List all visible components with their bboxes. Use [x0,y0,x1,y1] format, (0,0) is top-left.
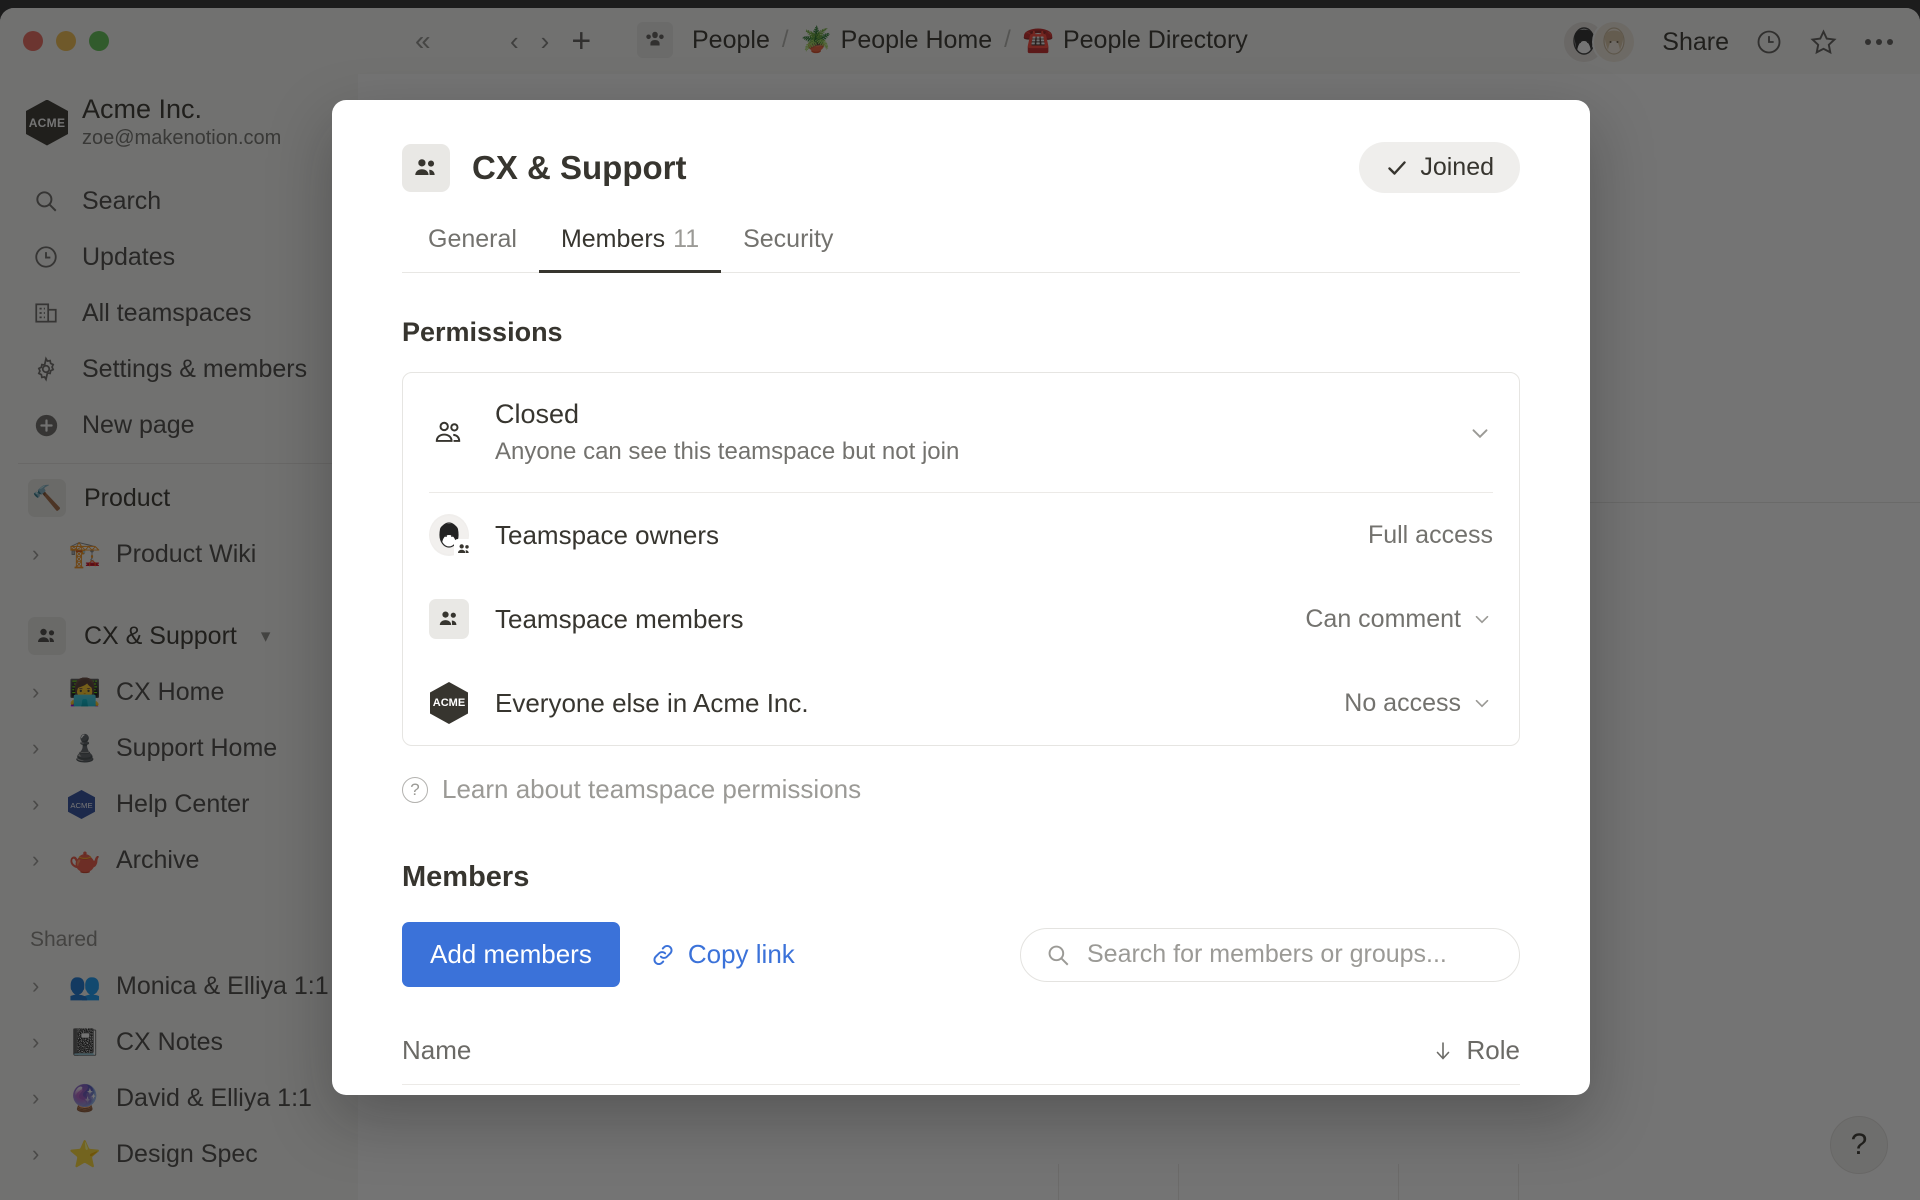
link-icon [650,942,676,968]
teamspace-settings-modal: CX & Support Joined General Members 11 [332,100,1590,1095]
visibility-subtitle: Anyone can see this teamspace but not jo… [495,438,1441,466]
modal-tabs: General Members 11 Security [402,225,1520,273]
question-circle-icon: ? [402,777,428,803]
owner-avatar-icon [429,515,469,555]
chevron-down-icon[interactable] [1471,692,1493,714]
column-header-name[interactable]: Name [402,1035,471,1066]
members-table-header: Name Role [402,1035,1520,1085]
arrow-down-icon [1431,1039,1455,1063]
learn-permissions-label: Learn about teamspace permissions [442,774,861,805]
tab-label-security: Security [743,225,833,253]
members-search[interactable] [1020,928,1520,982]
permission-value-everyone[interactable]: No access [1344,689,1493,718]
permission-name-everyone: Everyone else in Acme Inc. [495,688,1318,719]
permission-value-members[interactable]: Can comment [1305,605,1493,634]
permission-name-members: Teamspace members [495,604,1279,635]
joined-button[interactable]: Joined [1359,142,1520,193]
tab-general[interactable]: General [402,225,539,272]
copy-link-button[interactable]: Copy link [650,939,795,970]
visibility-title: Closed [495,399,1441,430]
chevron-down-icon[interactable] [1471,608,1493,630]
modal-title-group: CX & Support [402,144,686,192]
tab-label-members: Members [561,225,665,253]
permission-value-label-everyone: No access [1344,689,1461,718]
check-icon [1385,156,1409,180]
people-badge-icon [454,539,474,559]
modal-header: CX & Support Joined [402,100,1520,193]
visibility-row[interactable]: Closed Anyone can see this teamspace but… [429,373,1493,493]
tab-label-general: General [428,225,517,253]
permission-value-label-members: Can comment [1305,605,1461,634]
permission-row-everyone[interactable]: ACME Everyone else in Acme Inc. No acces… [429,661,1493,745]
acme-logo-icon: ACME [429,683,469,723]
learn-permissions-link[interactable]: ? Learn about teamspace permissions [402,774,1520,805]
chevron-down-icon[interactable] [1467,420,1493,446]
permission-name-owners: Teamspace owners [495,520,1342,551]
members-actions: Add members Copy link [402,922,1520,987]
permissions-section-title: Permissions [402,317,1520,348]
people-outline-icon [429,416,469,450]
copy-link-label: Copy link [688,939,795,970]
tab-count-members: 11 [673,225,699,253]
search-icon [1045,942,1071,968]
permission-row-members[interactable]: Teamspace members Can comment [429,577,1493,661]
column-header-role-label: Role [1467,1035,1520,1066]
joined-label: Joined [1420,153,1494,182]
tab-members[interactable]: Members 11 [539,225,721,272]
modal-title: CX & Support [472,149,686,187]
add-members-button[interactable]: Add members [402,922,620,987]
column-header-role[interactable]: Role [1431,1035,1520,1066]
people-icon [429,599,469,639]
search-input[interactable] [1087,940,1495,969]
permission-value-label-owners: Full access [1368,521,1493,550]
permissions-card: Closed Anyone can see this teamspace but… [402,372,1520,746]
tab-security[interactable]: Security [721,225,855,272]
people-icon [402,144,450,192]
permission-row-owners[interactable]: Teamspace owners Full access [429,493,1493,577]
members-section-title: Members [402,861,1520,894]
screen: « ‹ › + People / 🪴 People Home / [0,0,1920,1200]
permission-value-owners: Full access [1368,521,1493,550]
